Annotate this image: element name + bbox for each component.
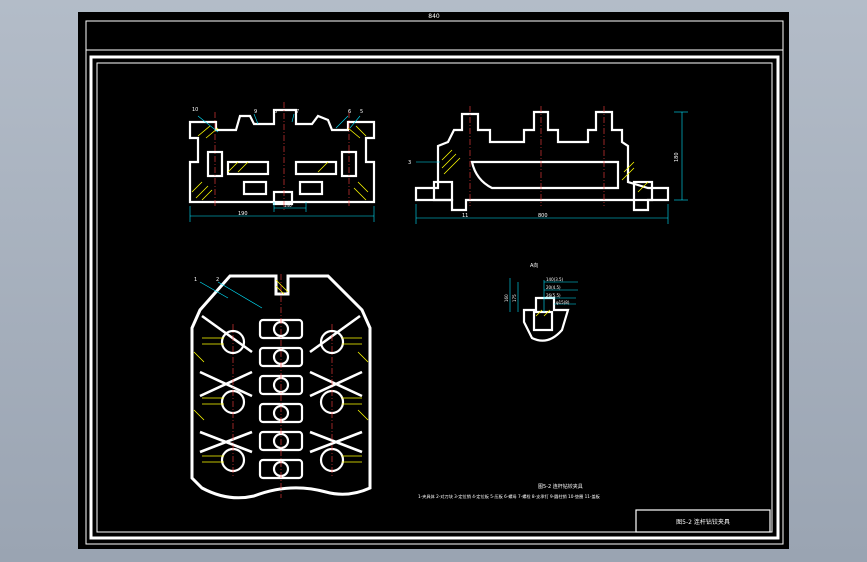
detail-dim-1: 140(3.5) [546, 277, 564, 282]
plan-view-label-1: 1 [194, 277, 197, 283]
title-block: 图5-2 连杆钻铰夹具 [635, 509, 771, 533]
detail-dim-2: 20(4.5) [546, 285, 561, 290]
top-view-label-7: 7 [296, 109, 299, 115]
title-block-text: 图5-2 连杆钻铰夹具 [676, 518, 730, 526]
plan-view-label-2: 2 [216, 277, 219, 283]
side-view-dim-small: 11 [462, 213, 468, 219]
detail-view-drawing: A向 140(3.5) 20(4.5) 26(5.5) φ15(8) 160 1… [504, 262, 578, 342]
detail-title: A向 [530, 262, 538, 269]
top-view-dim-width: 190 [238, 211, 248, 217]
detail-note: φ15(8) [556, 300, 570, 305]
detail-side-dim-1: 160 [504, 294, 509, 302]
side-view-dim-length: 800 [538, 213, 548, 219]
top-view-label-9: 9 [254, 109, 257, 115]
side-view-dim-height: 180 [674, 152, 680, 162]
side-view-drawing: 3 800 11 180 [408, 106, 688, 224]
top-view-drawing: 10 9 8 7 6 5 190 140 [188, 102, 376, 222]
caption-title: 图5-2 连杆钻铰夹具 [538, 483, 583, 490]
side-view-label-3: 3 [408, 160, 411, 166]
detail-dim-3: 26(5.5) [546, 293, 561, 298]
top-view-label-8: 8 [274, 109, 277, 115]
drawing-canvas: 840 10 9 8 7 6 5 190 140 3 800 11 180 1 … [85, 13, 784, 545]
top-view-label-5: 5 [360, 109, 363, 115]
caption-legend: 1-夹具体 2-对刀块 3-定位销 4-定位板 5-压板 6-螺母 7-螺栓 8… [418, 493, 601, 500]
detail-side-dim-2: 175 [512, 294, 517, 302]
top-view-label-6: 6 [348, 109, 351, 115]
cad-viewport[interactable]: 840 10 9 8 7 6 5 190 140 3 800 11 180 1 … [78, 12, 789, 549]
plan-view-drawing: 1 2 [190, 274, 372, 500]
caption-block: 图5-2 连杆钻铰夹具 1-夹具体 2-对刀块 3-定位销 4-定位板 5-压板… [418, 483, 601, 500]
top-view-dim-slot: 140 [284, 203, 292, 208]
top-view-label-10: 10 [192, 107, 198, 113]
title-bar-label: 840 [428, 13, 440, 20]
